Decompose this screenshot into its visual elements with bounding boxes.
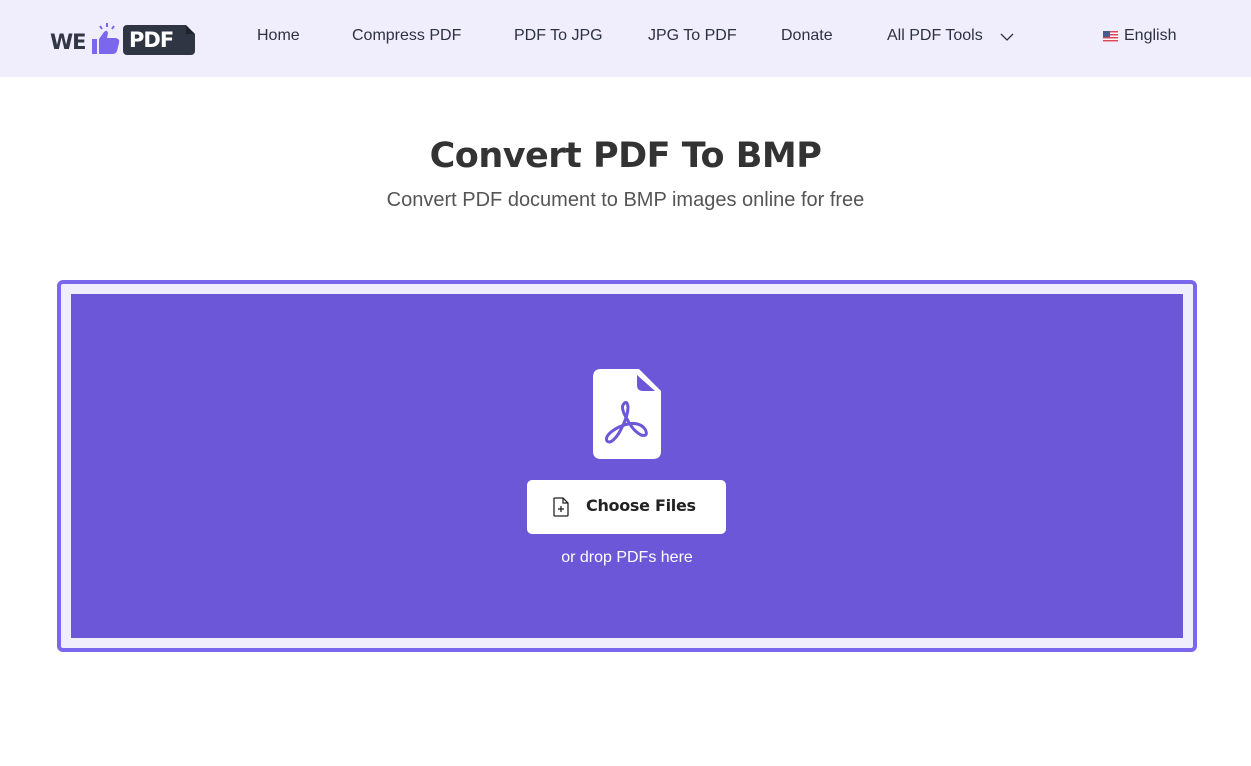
site-header: WE PDF Home Compress PDF PDF To JPG JPG … (0, 0, 1251, 77)
file-dropzone[interactable]: Choose Files or drop PDFs here (57, 280, 1197, 652)
nav-all-pdf-tools[interactable]: All PDF Tools (887, 27, 983, 45)
page-subtitle: Convert PDF document to BMP images onlin… (386, 189, 865, 211)
drop-hint: or drop PDFs here (561, 549, 693, 566)
pdf-file-icon (593, 369, 661, 459)
dropzone-area[interactable]: Choose Files or drop PDFs here (71, 294, 1183, 638)
thumbs-up-icon (92, 23, 120, 54)
chevron-down-icon[interactable] (1000, 32, 1014, 42)
nav-jpg-to-pdf[interactable]: JPG To PDF (648, 27, 737, 45)
choose-files-label: Choose Files (586, 496, 696, 515)
file-add-icon (553, 497, 569, 517)
language-label: English (1124, 27, 1177, 44)
logo[interactable]: WE PDF (50, 22, 196, 56)
nav-compress-pdf[interactable]: Compress PDF (352, 27, 461, 45)
nav-home[interactable]: Home (257, 27, 300, 45)
nav-pdf-to-jpg[interactable]: PDF To JPG (514, 27, 603, 45)
page-title: Convert PDF To BMP (429, 136, 822, 176)
us-flag-icon (1103, 30, 1118, 42)
logo-pdf-badge: PDF (123, 25, 195, 55)
logo-we-text: WE (50, 30, 87, 54)
nav-donate[interactable]: Donate (781, 27, 833, 45)
language-selector[interactable]: English (1103, 27, 1176, 45)
logo-pdf-text: PDF (129, 28, 174, 52)
choose-files-button[interactable]: Choose Files (527, 480, 726, 534)
